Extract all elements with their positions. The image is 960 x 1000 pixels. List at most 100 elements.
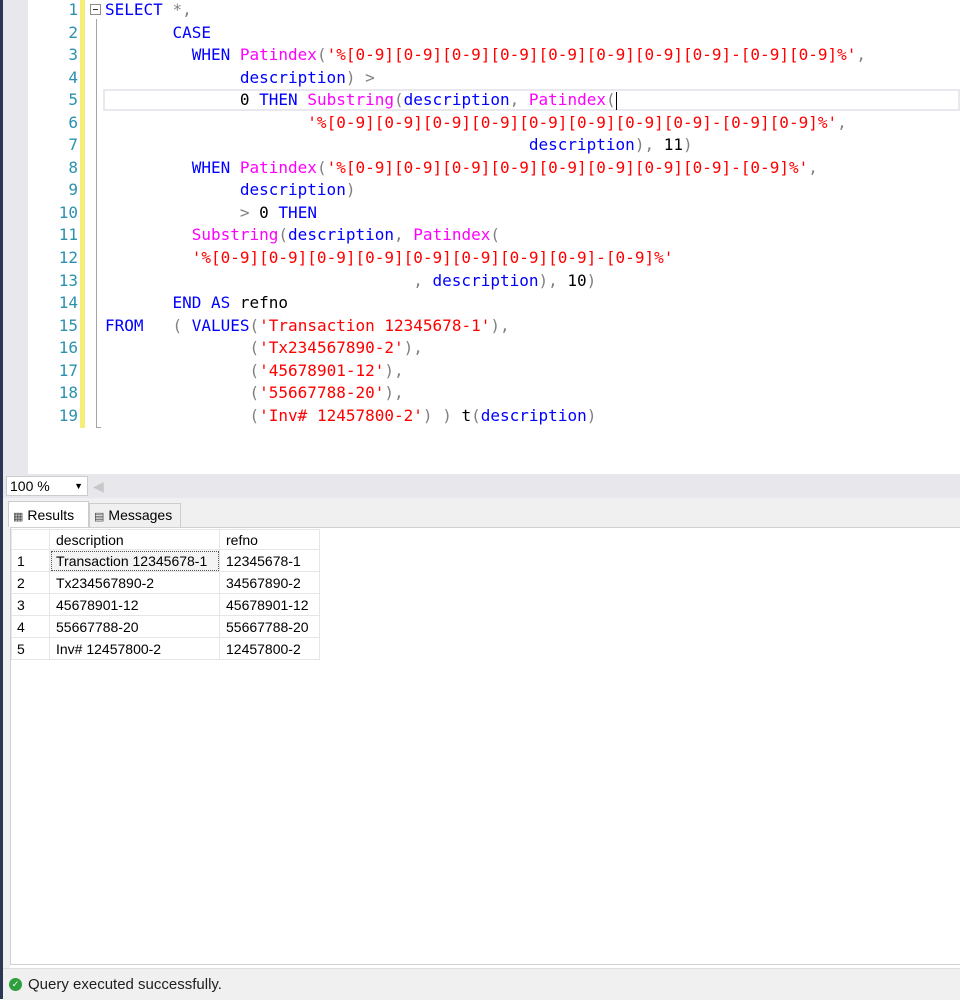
code-line[interactable]: ('55667788-20'),	[105, 383, 866, 406]
code-function: Substring	[191, 225, 279, 245]
code-line[interactable]: '%[0-9][0-9][0-9][0-9][0-9][0-9][0-9][0-…	[105, 248, 866, 271]
code-token: refno	[239, 293, 289, 313]
column-header-refno[interactable]: refno	[219, 529, 320, 550]
scroll-left-icon[interactable]: ◀	[93, 478, 104, 495]
cell-refno[interactable]: 34567890-2	[219, 571, 320, 594]
code-line[interactable]: Substring(description, Patindex(	[105, 225, 866, 248]
line-number: 17	[58, 360, 78, 380]
table-row[interactable]: 5 Inv# 12457800-2 12457800-2	[11, 637, 320, 660]
code-text[interactable]: SELECT *, CASE WHEN Patindex('%[0-9][0-9…	[105, 0, 866, 428]
line-number: 13	[58, 270, 78, 290]
cell-refno[interactable]: 12345678-1	[219, 549, 320, 572]
collapse-icon[interactable]	[90, 4, 101, 15]
code-line[interactable]: END AS refno	[105, 293, 866, 316]
code-operator: ,	[509, 90, 520, 110]
code-line[interactable]: description), 11)	[105, 135, 866, 158]
row-number[interactable]: 4	[11, 615, 50, 638]
code-identifier: description	[239, 67, 346, 87]
table-row[interactable]: 2 Tx234567890-2 34567890-2	[11, 571, 320, 594]
row-number[interactable]: 5	[11, 637, 50, 660]
code-line[interactable]: ('Tx234567890-2'),	[105, 338, 866, 361]
code-token: 10	[567, 270, 587, 290]
code-operator: ,	[856, 45, 867, 65]
code-line[interactable]: 0 THEN Substring(description, Patindex(	[105, 90, 866, 113]
tab-results-label: Results	[27, 507, 75, 523]
code-line[interactable]: '%[0-9][0-9][0-9][0-9][0-9][0-9][0-9][0-…	[105, 113, 866, 136]
cell-description[interactable]: Transaction 12345678-1	[49, 549, 220, 572]
code-operator: ,	[413, 270, 423, 290]
code-string-literal: '55667788-20'	[259, 383, 385, 403]
cell-description[interactable]: 45678901-12	[49, 593, 220, 616]
row-number[interactable]: 2	[11, 571, 50, 594]
grid-icon: ▦	[13, 511, 24, 523]
line-number: 16	[58, 338, 78, 358]
line-number: 11	[58, 225, 78, 245]
code-operator: ),	[384, 360, 404, 380]
code-line[interactable]: WHEN Patindex('%[0-9][0-9][0-9][0-9][0-9…	[105, 45, 866, 68]
code-line[interactable]: ('Inv# 12457800-2') ) t(description)	[105, 406, 866, 429]
code-function: Substring	[307, 90, 395, 110]
code-string-literal: '%[0-9][0-9][0-9][0-9][0-9][0-9][0-9][0-…	[191, 248, 674, 268]
code-identifier: description	[403, 90, 510, 110]
row-number[interactable]: 3	[11, 593, 50, 616]
table-row[interactable]: 1 Transaction 12345678-1 12345678-1	[11, 549, 320, 572]
tab-results[interactable]: ▦ Results	[8, 501, 89, 527]
code-line[interactable]: ('45678901-12'),	[105, 361, 866, 384]
code-keyword: AS	[210, 293, 231, 313]
results-grid[interactable]: description refno 1 Transaction 12345678-…	[11, 529, 320, 660]
code-operator: (	[249, 360, 260, 380]
grid-header-row: description refno	[11, 529, 320, 550]
cell-refno[interactable]: 55667788-20	[219, 615, 320, 638]
code-line[interactable]: description)	[105, 180, 866, 203]
code-token: 0	[259, 202, 269, 222]
cell-description[interactable]: Inv# 12457800-2	[49, 637, 220, 660]
status-bar: ✓ Query executed successfully.	[3, 968, 960, 1000]
tab-messages[interactable]: ▤ Messages	[89, 503, 181, 527]
code-operator: ,	[394, 225, 404, 245]
status-text: Query executed successfully.	[28, 976, 222, 993]
row-number-header[interactable]	[11, 529, 50, 550]
code-line[interactable]: , description), 10)	[105, 271, 866, 294]
code-line[interactable]: CASE	[105, 23, 866, 46]
code-string-literal: 'Inv# 12457800-2'	[259, 405, 423, 425]
code-line[interactable]: SELECT *,	[105, 0, 866, 23]
zoom-dropdown[interactable]: 100 % ▼	[6, 476, 88, 496]
code-operator: )	[422, 405, 433, 425]
cell-description[interactable]: Tx234567890-2	[49, 571, 220, 594]
line-number: 19	[58, 405, 78, 425]
table-row[interactable]: 4 55667788-20 55667788-20	[11, 615, 320, 638]
cell-refno[interactable]: 12457800-2	[219, 637, 320, 660]
code-keyword: SELECT	[105, 0, 163, 19]
column-header-description[interactable]: description	[49, 529, 220, 550]
row-number[interactable]: 1	[11, 549, 50, 572]
cell-description[interactable]: 55667788-20	[49, 615, 220, 638]
table-row[interactable]: 3 45678901-12 45678901-12	[11, 593, 320, 616]
line-number: 3	[68, 45, 78, 65]
code-token: t	[461, 405, 472, 425]
cell-refno[interactable]: 45678901-12	[219, 593, 320, 616]
line-number: 15	[58, 315, 78, 335]
code-line[interactable]: WHEN Patindex('%[0-9][0-9][0-9][0-9][0-9…	[105, 158, 866, 181]
code-line[interactable]: description) >	[105, 68, 866, 91]
code-line[interactable]: FROM ( VALUES('Transaction 12345678-1'),	[105, 316, 866, 339]
code-line[interactable]: > 0 THEN	[105, 203, 866, 226]
code-operator: )	[345, 180, 356, 200]
code-operator: (	[249, 338, 260, 358]
